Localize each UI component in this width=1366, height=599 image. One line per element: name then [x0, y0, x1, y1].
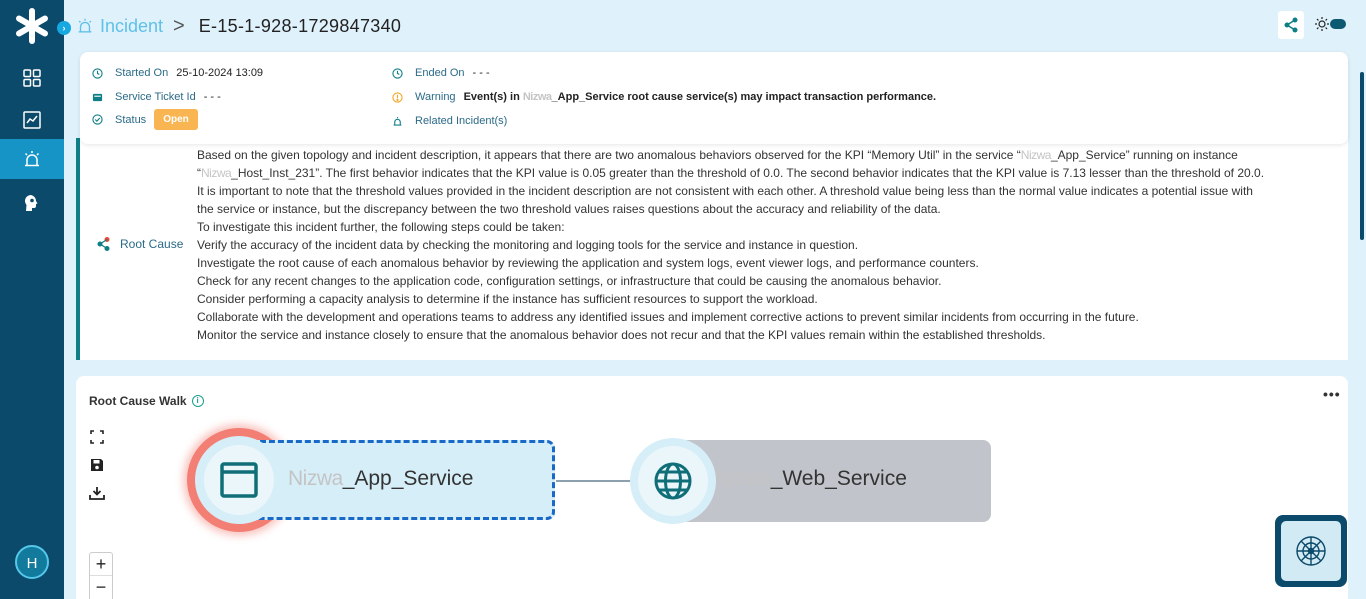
- toggle-track: [1330, 19, 1346, 29]
- zoom-in-button[interactable]: +: [90, 553, 112, 575]
- check-circle-icon: [92, 114, 103, 125]
- sidebar-item-dashboard[interactable]: [0, 58, 64, 98]
- root-cause-panel: Root Cause Based on the given topology a…: [76, 138, 1348, 360]
- root-cause-label-group: Root Cause: [96, 236, 183, 252]
- rc-text-blurred: Nizwa: [201, 166, 232, 180]
- theme-toggle[interactable]: [1314, 15, 1348, 33]
- clock-icon: [392, 67, 403, 79]
- node-web-service-icon-wrap: [638, 446, 708, 516]
- window-icon: [220, 462, 258, 498]
- rc-text-segment: Based on the given topology and incident…: [197, 148, 1021, 162]
- ticket-label: Service Ticket Id: [115, 91, 196, 103]
- started-on-value: 25-10-2024 13:09: [176, 67, 264, 79]
- globe-icon: [654, 462, 692, 500]
- ticket-icon: [92, 93, 103, 101]
- root-cause-text: Based on the given topology and incident…: [197, 146, 1345, 344]
- root-cause-icon: [97, 237, 110, 251]
- status-badge: Open: [154, 109, 198, 130]
- rc-text-segment: _App_Service” running on instance: [1050, 148, 1238, 162]
- warning-label: Warning: [415, 91, 456, 103]
- root-cause-line: It is important to note that the thresho…: [197, 184, 1253, 198]
- ended-on-label: Ended On: [415, 67, 465, 79]
- share-icon: [1284, 17, 1298, 33]
- root-cause-line: Monitor the service and instance closely…: [197, 328, 1046, 342]
- grid-icon: [23, 69, 41, 87]
- node-label-blurred: Nizwa: [716, 467, 771, 490]
- status-row: Status Open: [92, 109, 198, 130]
- root-cause-line: the service or instance, but the discrep…: [197, 202, 941, 216]
- save-button[interactable]: [88, 456, 106, 474]
- ticket-value: - - -: [203, 91, 221, 103]
- root-cause-line: “Nizwa_Host_Inst_231”. The first behavio…: [197, 164, 1345, 182]
- download-button[interactable]: [88, 484, 106, 502]
- node-app-service-label: Nizwa_App_Service: [288, 467, 473, 491]
- zoom-out-button[interactable]: −: [90, 575, 112, 597]
- breadcrumb-incident-link[interactable]: Incident: [100, 16, 163, 37]
- alarm-icon: [78, 18, 92, 33]
- walk-title: Root Cause Walk i: [89, 394, 204, 408]
- fullscreen-button[interactable]: [88, 428, 106, 446]
- warning-icon: [392, 91, 403, 103]
- ticket-row: Service Ticket Id - - -: [92, 91, 221, 103]
- breadcrumb-separator: >: [173, 14, 185, 37]
- root-cause-line: Consider performing a capacity analysis …: [197, 292, 818, 306]
- root-cause-line: Collaborate with the development and ope…: [197, 310, 1139, 324]
- rc-text-blurred: Nizwa: [1020, 148, 1052, 162]
- root-cause-line: Verify the accuracy of the incident data…: [197, 238, 859, 252]
- related-incidents-label[interactable]: Related Incident(s): [415, 115, 507, 127]
- breadcrumb: Incident > E-15-1-928-1729847340: [76, 14, 401, 38]
- node-web-service-label: Nizwa_Web_Service: [716, 467, 907, 491]
- warning-value-prefix: Event(s) in: [463, 91, 523, 103]
- walk-title-text: Root Cause Walk: [89, 394, 187, 408]
- user-avatar[interactable]: H: [15, 545, 49, 579]
- root-cause-line: To investigate this incident further, th…: [197, 220, 565, 234]
- started-on-row: Started On 25-10-2024 13:09: [92, 67, 263, 79]
- root-cause-line: Check for any recent changes to the appl…: [197, 274, 942, 288]
- warning-value-blurred: Nizwa: [522, 91, 552, 103]
- rc-text-segment: _Host_Inst_231”. The first behavior indi…: [231, 166, 1265, 180]
- download-icon: [89, 487, 105, 500]
- node-label-text: _App_Service: [342, 467, 474, 490]
- app-logo-icon[interactable]: [14, 8, 50, 44]
- ai-assistant-button[interactable]: [1275, 515, 1347, 587]
- brain-network-icon: [1296, 536, 1326, 566]
- sidebar-item-ai-assistant[interactable]: [0, 183, 64, 223]
- ai-assistant-inner: [1281, 521, 1341, 581]
- save-icon: [91, 459, 103, 471]
- more-options-button[interactable]: •••: [1323, 386, 1341, 402]
- started-on-label: Started On: [115, 67, 169, 79]
- graph-edge: [556, 480, 634, 482]
- root-cause-line: Investigate the root cause of each anoma…: [197, 256, 979, 270]
- zoom-controls: + −: [89, 552, 113, 599]
- clock-icon: [92, 67, 103, 79]
- warning-row: Warning Event(s) in Nizwa_App_Service ro…: [392, 91, 936, 103]
- alarm-icon: [393, 116, 402, 126]
- alarm-icon: [24, 151, 40, 167]
- chart-icon: [23, 111, 41, 129]
- warning-value: Event(s) in Nizwa_App_Service root cause…: [464, 91, 937, 103]
- page-title: E-15-1-928-1729847340: [198, 15, 402, 36]
- ended-on-value: - - -: [472, 67, 490, 79]
- status-label: Status: [115, 113, 147, 126]
- head-gear-icon: [25, 195, 38, 211]
- sidebar-expand-icon[interactable]: ›: [57, 21, 71, 35]
- warning-value-suffix: _App_Service root cause service(s) may i…: [551, 91, 937, 103]
- scrollbar-thumb[interactable]: [1360, 72, 1364, 240]
- node-label-blurred: Nizwa: [288, 467, 343, 490]
- related-incidents-row[interactable]: Related Incident(s): [392, 115, 515, 127]
- incident-info-card: Started On 25-10-2024 13:09 Service Tick…: [80, 52, 1348, 144]
- fullscreen-icon: [90, 430, 104, 444]
- root-cause-label: Root Cause: [120, 237, 184, 251]
- sidebar: H: [0, 0, 64, 599]
- sidebar-item-analytics[interactable]: [0, 100, 64, 140]
- info-icon[interactable]: i: [191, 395, 204, 407]
- root-cause-line: Based on the given topology and incident…: [197, 146, 1345, 164]
- ended-on-row: Ended On - - -: [392, 67, 490, 79]
- sidebar-item-incidents[interactable]: [0, 139, 64, 179]
- node-app-service-icon-wrap: [204, 445, 274, 515]
- node-label-text: _Web_Service: [770, 467, 907, 490]
- share-button[interactable]: [1278, 11, 1304, 39]
- sun-icon: [1315, 17, 1329, 31]
